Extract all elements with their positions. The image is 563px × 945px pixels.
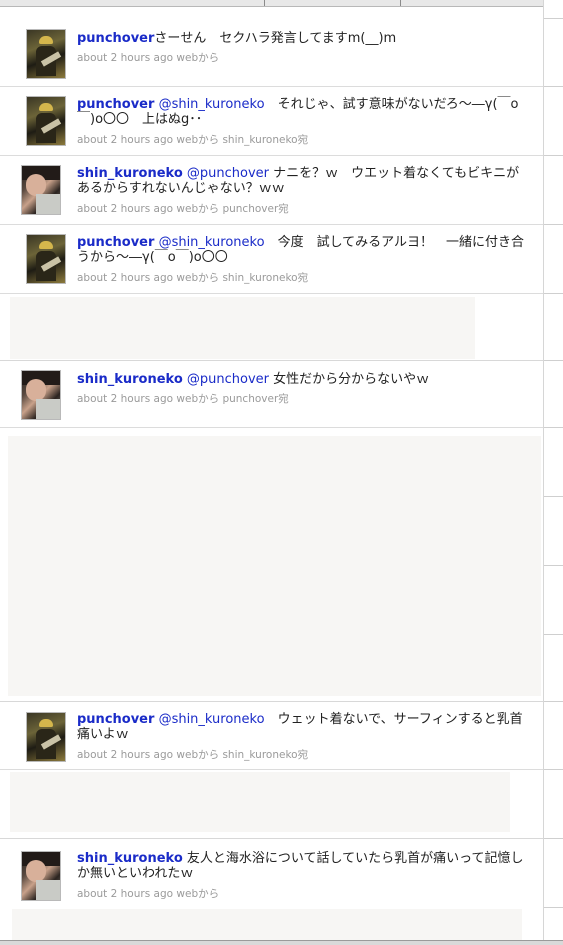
tweet-text: さーせん セクハラ発言してますm(__)m: [154, 31, 397, 46]
tweet-item: shin_kuroneko @punchover ナニを？ｗ ウエット着なくても…: [0, 155, 544, 225]
source-text: webから: [176, 134, 220, 146]
avatar[interactable]: [21, 165, 61, 215]
tweet-body: shin_kuroneko @punchover ナニを？ｗ ウエット着なくても…: [77, 166, 527, 196]
tweet-body: punchover @shin_kuroneko ウェット着ないで、サーフィンす…: [77, 712, 527, 742]
tweet-body: punchover @shin_kuroneko それじゃ、試す意味がないだろ〜…: [77, 97, 527, 127]
tweet-item: punchoverさーせん セクハラ発言してますm(__)m about 2 h…: [0, 18, 544, 87]
timestamp-link[interactable]: about 2 hours ago: [77, 272, 173, 284]
redacted-area: [8, 436, 541, 696]
timestamp-link[interactable]: about 2 hours ago: [77, 393, 173, 405]
tweet-item: punchover @shin_kuroneko ウェット着ないで、サーフィンす…: [0, 702, 544, 770]
source-text: webから: [176, 272, 220, 284]
tweet-meta: about 2 hours ago webから shin_kuroneko宛: [77, 270, 308, 285]
tweet-meta: about 2 hours ago webから punchover宛: [77, 391, 289, 406]
avatar[interactable]: [21, 851, 61, 901]
source-text: webから: [176, 203, 220, 215]
tweet-text: 女性だから分からないやｗ: [269, 372, 430, 387]
mention-link[interactable]: @punchover: [187, 166, 269, 181]
window-bottom-frame: [0, 940, 563, 945]
redacted-area: [10, 297, 475, 359]
avatar[interactable]: [26, 96, 66, 146]
timestamp-link[interactable]: about 2 hours ago: [77, 134, 173, 146]
username-link[interactable]: shin_kuroneko: [77, 372, 183, 387]
window-top-frame: [0, 0, 563, 7]
in-reply-to-link[interactable]: punchover宛: [222, 203, 288, 215]
frame-divider: [264, 0, 265, 6]
source-text: webから: [176, 749, 220, 761]
tweet-meta: about 2 hours ago webから: [77, 50, 219, 65]
in-reply-to-link[interactable]: shin_kuroneko宛: [222, 749, 308, 761]
tweet-item: punchover @shin_kuroneko それじゃ、試す意味がないだろ〜…: [0, 86, 544, 156]
tweet-item: punchover @shin_kuroneko 今度 試してみるアルヨ！ 一緒…: [0, 224, 544, 294]
mention-link[interactable]: @shin_kuroneko: [159, 235, 265, 250]
username-link[interactable]: punchover: [77, 31, 154, 46]
mention-link[interactable]: @shin_kuroneko: [159, 97, 265, 112]
tweet-item: shin_kuroneko @punchover 女性だから分からないやｗ ab…: [0, 361, 544, 428]
in-reply-to-link[interactable]: shin_kuroneko宛: [222, 272, 308, 284]
in-reply-to-link[interactable]: punchover宛: [222, 393, 288, 405]
tweet-meta: about 2 hours ago webから: [77, 886, 219, 901]
avatar[interactable]: [26, 234, 66, 284]
tweet-body: shin_kuroneko 友人と海水浴について話していたら乳首が痛いって記憶し…: [77, 851, 527, 881]
tweet-item: shin_kuroneko 友人と海水浴について話していたら乳首が痛いって記憶し…: [0, 839, 544, 907]
timestamp-link[interactable]: about 2 hours ago: [77, 52, 173, 64]
source-text: webから: [176, 888, 220, 900]
timestamp-link[interactable]: about 2 hours ago: [77, 888, 173, 900]
avatar[interactable]: [26, 29, 66, 79]
username-link[interactable]: shin_kuroneko: [77, 166, 183, 181]
tweet-meta: about 2 hours ago webから shin_kuroneko宛: [77, 132, 308, 147]
mention-link[interactable]: @punchover: [187, 372, 269, 387]
tweet-meta: about 2 hours ago webから punchover宛: [77, 201, 289, 216]
timestamp-link[interactable]: about 2 hours ago: [77, 203, 173, 215]
tweet-meta: about 2 hours ago webから shin_kuroneko宛: [77, 747, 308, 762]
frame-divider: [400, 0, 401, 6]
tweet-body: shin_kuroneko @punchover 女性だから分からないやｗ: [77, 372, 527, 387]
username-link[interactable]: punchover: [77, 712, 154, 727]
tweet-body: punchover @shin_kuroneko 今度 試してみるアルヨ！ 一緒…: [77, 235, 527, 265]
avatar[interactable]: [21, 370, 61, 420]
avatar[interactable]: [26, 712, 66, 762]
redacted-area: [10, 772, 510, 832]
source-text: webから: [176, 393, 220, 405]
timestamp-link[interactable]: about 2 hours ago: [77, 749, 173, 761]
username-link[interactable]: punchover: [77, 235, 154, 250]
mention-link[interactable]: @shin_kuroneko: [159, 712, 265, 727]
tweet-body: punchoverさーせん セクハラ発言してますm(__)m: [77, 31, 527, 46]
username-link[interactable]: punchover: [77, 97, 154, 112]
username-link[interactable]: shin_kuroneko: [77, 851, 183, 866]
right-window-border: [543, 0, 563, 945]
source-text: webから: [176, 52, 220, 64]
in-reply-to-link[interactable]: shin_kuroneko宛: [222, 134, 308, 146]
